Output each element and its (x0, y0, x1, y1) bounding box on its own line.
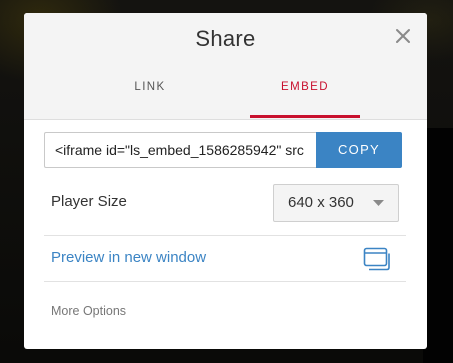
share-tabs: LINK EMBED (24, 75, 427, 119)
video-player-edge (423, 128, 453, 363)
copy-button[interactable]: COPY (316, 132, 402, 168)
new-window-icon (363, 247, 390, 271)
caret-down-icon (373, 200, 384, 206)
close-button[interactable] (392, 25, 414, 47)
divider (44, 235, 406, 236)
share-dialog: Share LINK EMBED <iframe id="ls_embed_15… (24, 13, 427, 349)
embed-code-row: <iframe id="ls_embed_1586285942" src COP… (44, 132, 402, 168)
new-window-button[interactable] (363, 247, 391, 271)
close-icon (396, 29, 410, 43)
player-size-label: Player Size (51, 193, 127, 210)
embed-code-field[interactable]: <iframe id="ls_embed_1586285942" src (44, 132, 316, 168)
divider (44, 281, 406, 282)
player-size-value: 640 x 360 (288, 194, 354, 211)
dialog-title: Share (195, 26, 256, 51)
preview-new-window-link[interactable]: Preview in new window (51, 249, 206, 266)
more-options-link[interactable]: More Options (51, 304, 126, 318)
dialog-header: Share LINK EMBED (24, 13, 427, 120)
player-size-select[interactable]: 640 x 360 (273, 184, 399, 222)
tab-link[interactable]: LINK (103, 75, 197, 119)
active-tab-indicator (250, 115, 360, 118)
tab-embed[interactable]: EMBED (250, 75, 360, 119)
